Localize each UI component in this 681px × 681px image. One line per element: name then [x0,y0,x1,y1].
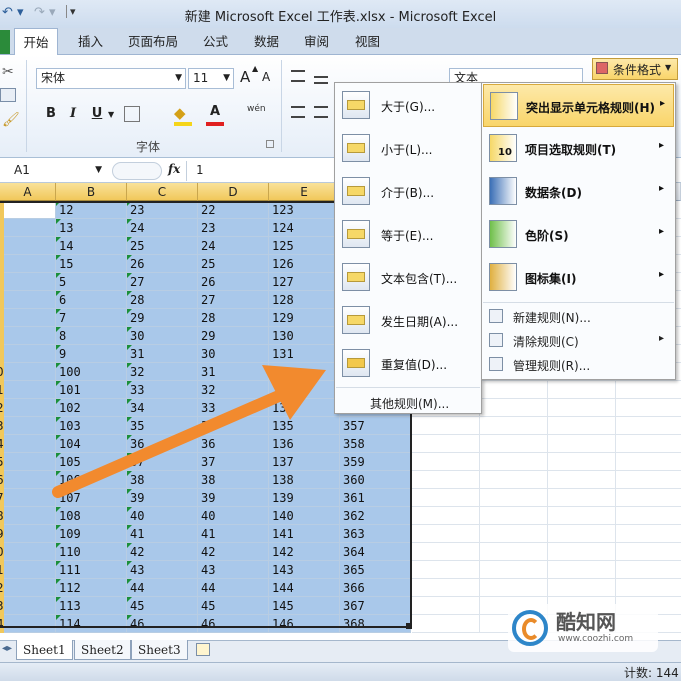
highlight-rule-item[interactable]: 文本包含(T)... [336,256,480,299]
watermark: 酷知网 www.coozhi.com [508,604,658,652]
highlight-rule-item[interactable]: 介于(B)... [336,170,480,213]
rule-icon-fill [347,229,365,239]
cf-menu-separator [483,302,674,303]
cf-menu-label: 色阶(S) [525,229,569,243]
submenu-arrow-icon: ▸ [659,226,665,237]
rule-label: 等于(E)... [381,229,434,243]
cf-menu-icon [489,177,517,205]
cf-menu-item[interactable]: 10 项目选取规则(T) ▸ [483,127,674,170]
rule-label: 文本包含(T)... [381,272,458,286]
rule-icon [342,263,370,291]
submenu-arrow-icon: ▸ [660,98,666,109]
cf-menu-item[interactable]: 图标集(I) ▸ [483,256,674,299]
arrow-shaft [52,386,294,498]
highlight-rule-item[interactable]: 重复值(D)... [336,342,480,385]
submenu-separator [336,387,480,388]
submenu-arrow-icon: ▸ [659,333,665,344]
status-count: 计数: 144 [624,666,679,680]
highlight-rule-item[interactable]: 等于(E)... [336,213,480,256]
rule-label: 大于(G)... [381,100,436,114]
cf-small-label: 清除规则(C) [513,335,579,349]
cf-menu-label: 突出显示单元格规则(H) [526,101,656,115]
submenu-arrow-icon: ▸ [659,183,665,194]
cf-menu-icon: 10 [489,134,517,162]
rule-icon-fill [347,143,365,153]
sheet-nav-arrows[interactable]: ◂▸ [2,643,12,654]
cf-menu-icon [490,92,518,120]
cf-small-icon [489,309,503,323]
rule-icon [342,306,370,334]
rule-icon [342,349,370,377]
sheet-tab-1[interactable]: Sheet1 [16,640,73,660]
cf-small-label: 管理规则(R)... [513,359,591,373]
highlight-rule-item[interactable]: 发生日期(A)... [336,299,480,342]
cf-menu-item[interactable]: 数据条(D) ▸ [483,170,674,213]
rule-label: 重复值(D)... [381,358,448,372]
cf-small-label: 新建规则(N)... [513,311,591,325]
rule-label: 发生日期(A)... [381,315,459,329]
rule-icon [342,91,370,119]
rule-icon-fill [347,272,365,282]
rule-label: 小于(L)... [381,143,433,157]
cf-menu-icon [489,263,517,291]
watermark-brand: 酷知网 [556,610,616,634]
cf-menu-label: 图标集(I) [525,272,577,286]
submenu-arrow-icon: ▸ [659,140,665,151]
submenu-arrow-icon: ▸ [659,269,665,280]
other-rules-item[interactable]: 其他规则(M)... [370,395,449,412]
arrow-head [262,365,326,420]
rule-icon [342,134,370,162]
cf-menu-item[interactable]: 色阶(S) ▸ [483,213,674,256]
new-sheet-icon[interactable] [196,643,210,656]
status-bar [0,662,681,681]
cf-menu-label: 项目选取规则(T) [525,143,617,157]
sheet-tab-3[interactable]: Sheet3 [131,640,188,660]
watermark-url: www.coozhi.com [558,634,634,644]
watermark-logo-mark [522,618,540,640]
cf-small-item[interactable]: 管理规则(R)... [483,353,674,377]
rule-label: 介于(B)... [381,186,435,200]
cf-menu-item[interactable]: 突出显示单元格规则(H) ▸ [483,84,674,127]
cf-small-icon [489,357,503,371]
cf-small-item[interactable]: 清除规则(C) ▸ [483,329,674,353]
watermark-logo-icon [512,610,548,646]
rule-icon [342,177,370,205]
cf-small-item[interactable]: 新建规则(N)... [483,305,674,329]
highlight-rule-item[interactable]: 小于(L)... [336,127,480,170]
rule-icon-fill [347,100,365,110]
rule-icon-fill [347,186,365,196]
cf-menu-label: 数据条(D) [525,186,582,200]
rule-icon [342,220,370,248]
highlight-rule-item[interactable]: 大于(G)... [336,84,480,127]
rule-icon-fill [347,315,365,325]
cf-menu-icon [489,220,517,248]
cf-small-icon [489,333,503,347]
cf-icon-badge: 10 [498,147,512,158]
rule-icon-fill [347,358,365,368]
sheet-tab-2[interactable]: Sheet2 [74,640,131,660]
